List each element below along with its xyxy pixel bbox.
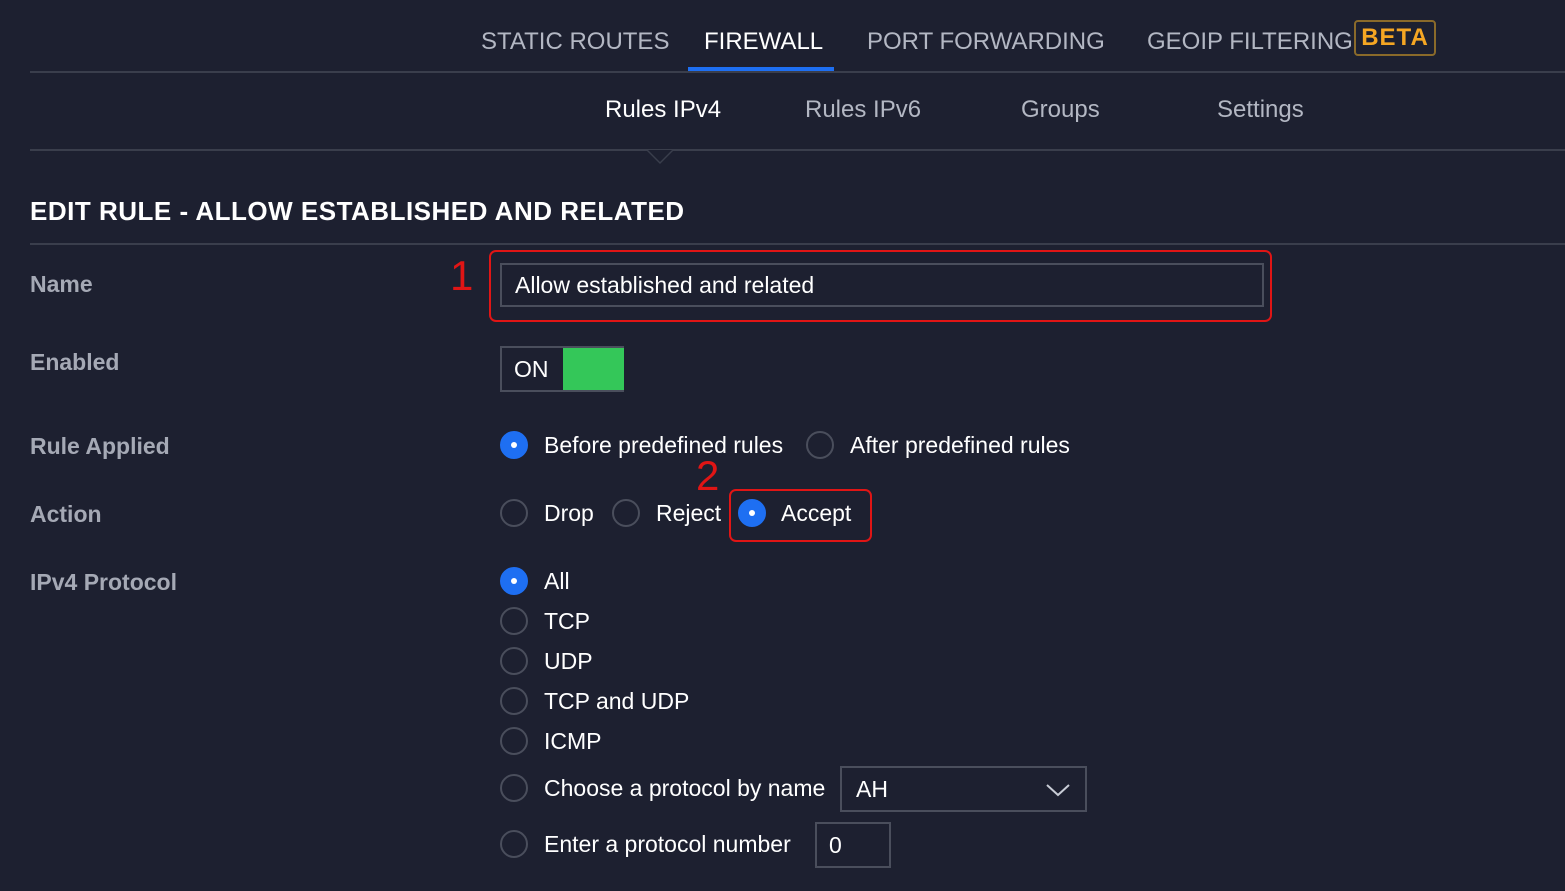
protocol-name-select[interactable]: AH [840,766,1087,812]
radio-protocol-by-name[interactable] [500,774,528,802]
radio-protocol-tcp-label[interactable]: TCP [544,606,590,636]
tab-firewall[interactable]: FIREWALL [704,26,823,58]
top-tabs-divider [30,71,1565,73]
radio-protocol-icmp[interactable] [500,727,528,755]
radio-reject[interactable] [612,499,640,527]
annotation-number-2: 2 [696,452,720,499]
toggle-knob [563,348,624,390]
radio-protocol-tcp-udp[interactable] [500,687,528,715]
annotation-box-1 [489,250,1272,322]
subtab-rules-ipv4[interactable]: Rules IPv4 [605,94,721,126]
tab-geoip-filtering[interactable]: GEOIP FILTERING [1147,26,1353,58]
radio-protocol-tcp-udp-label[interactable]: TCP and UDP [544,686,689,716]
firewall-edit-rule-page: STATIC ROUTES FIREWALL PORT FORWARDING G… [0,0,1565,891]
radio-protocol-by-number[interactable] [500,830,528,858]
radio-protocol-all-label[interactable]: All [544,566,570,596]
rule-applied-label: Rule Applied [30,433,170,459]
protocol-name-value: AH [856,776,888,802]
radio-before-predefined-label[interactable]: Before predefined rules [544,430,783,460]
annotation-box-2 [729,489,872,542]
radio-protocol-all[interactable] [500,567,528,595]
radio-after-predefined-label[interactable]: After predefined rules [850,430,1070,460]
subtab-settings[interactable]: Settings [1217,94,1304,126]
subtab-rules-ipv6[interactable]: Rules IPv6 [805,94,921,126]
radio-protocol-icmp-label[interactable]: ICMP [544,726,602,756]
subtab-groups[interactable]: Groups [1021,94,1100,126]
protocol-number-input[interactable]: 0 [815,822,891,868]
sub-tabs-divider [30,149,1565,151]
page-title: EDIT RULE - ALLOW ESTABLISHED AND RELATE… [30,196,685,226]
radio-drop-label[interactable]: Drop [544,498,594,528]
annotation-number-1: 1 [450,252,474,299]
enabled-label: Enabled [30,349,120,375]
radio-protocol-udp[interactable] [500,647,528,675]
radio-protocol-by-number-label[interactable]: Enter a protocol number [544,829,791,859]
radio-protocol-udp-label[interactable]: UDP [544,646,593,676]
tab-static-routes[interactable]: STATIC ROUTES [481,26,669,58]
ipv4-protocol-label: IPv4 Protocol [30,569,177,595]
radio-after-predefined[interactable] [806,431,834,459]
enabled-toggle[interactable]: ON [500,346,624,392]
radio-protocol-by-name-label[interactable]: Choose a protocol by name [544,773,825,803]
name-label: Name [30,271,93,297]
radio-reject-label[interactable]: Reject [656,498,721,528]
radio-protocol-tcp[interactable] [500,607,528,635]
action-label: Action [30,501,102,527]
radio-before-predefined[interactable] [500,431,528,459]
title-divider [30,243,1565,245]
beta-badge: BETA [1354,20,1436,56]
chevron-down-icon [1045,778,1071,805]
toggle-state-text: ON [514,356,549,382]
radio-drop[interactable] [500,499,528,527]
tab-port-forwarding[interactable]: PORT FORWARDING [867,26,1105,58]
